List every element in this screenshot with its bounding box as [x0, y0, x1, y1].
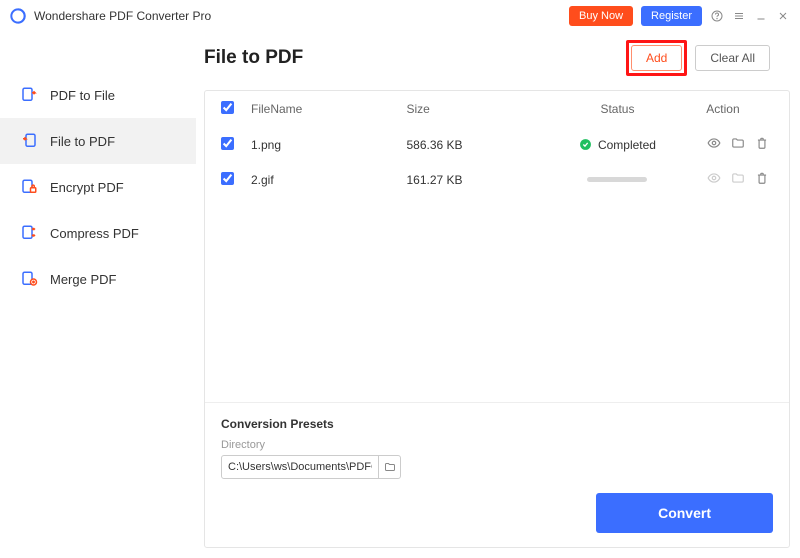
row-status: [562, 177, 673, 182]
convert-button[interactable]: Convert: [596, 493, 773, 533]
main-panel: File to PDF Add Clear All FileName Size …: [196, 32, 800, 558]
col-size: Size: [406, 102, 561, 116]
sidebar-item-label: Compress PDF: [50, 226, 139, 241]
buy-now-button[interactable]: Buy Now: [569, 6, 633, 26]
table-row: 2.gif 161.27 KB: [205, 162, 789, 197]
app-title: Wondershare PDF Converter Pro: [34, 9, 211, 23]
check-circle-icon: [579, 138, 592, 151]
browse-folder-icon[interactable]: [378, 456, 400, 478]
minimize-icon[interactable]: [754, 9, 768, 23]
conversion-presets: Conversion Presets Directory: [205, 402, 789, 479]
open-folder-icon: [731, 171, 745, 188]
col-status: Status: [562, 102, 673, 116]
add-button[interactable]: Add: [631, 45, 682, 71]
close-icon[interactable]: [776, 9, 790, 23]
preview-icon: [707, 171, 721, 188]
delete-icon[interactable]: [755, 136, 769, 153]
row-size: 586.36 KB: [406, 138, 561, 152]
clear-all-button[interactable]: Clear All: [695, 45, 770, 71]
preview-icon[interactable]: [707, 136, 721, 153]
app-logo-icon: [10, 8, 26, 24]
sidebar-item-label: PDF to File: [50, 88, 115, 103]
sidebar-item-label: Merge PDF: [50, 272, 116, 287]
row-checkbox[interactable]: [221, 137, 234, 150]
sidebar-item-label: File to PDF: [50, 134, 115, 149]
col-action: Action: [673, 102, 773, 116]
merge-pdf-icon: [20, 270, 38, 288]
add-button-highlight: Add: [626, 40, 687, 76]
sidebar-item-file-to-pdf[interactable]: File to PDF: [0, 118, 196, 164]
encrypt-pdf-icon: [20, 178, 38, 196]
table-header: FileName Size Status Action: [205, 91, 789, 127]
file-to-pdf-icon: [20, 132, 38, 150]
row-status: Completed: [562, 138, 673, 152]
help-icon[interactable]: [710, 9, 724, 23]
row-filename: 1.png: [251, 138, 406, 152]
directory-label: Directory: [221, 439, 773, 451]
sidebar-item-encrypt-pdf[interactable]: Encrypt PDF: [0, 164, 196, 210]
select-all-checkbox[interactable]: [221, 101, 234, 114]
open-folder-icon[interactable]: [731, 136, 745, 153]
sidebar: PDF to File File to PDF Encrypt PDF Comp…: [0, 32, 196, 558]
row-filename: 2.gif: [251, 173, 406, 187]
progress-bar: [587, 177, 647, 182]
presets-title: Conversion Presets: [221, 417, 773, 431]
file-table: FileName Size Status Action 1.png 586.36…: [204, 90, 790, 548]
sidebar-item-merge-pdf[interactable]: Merge PDF: [0, 256, 196, 302]
menu-icon[interactable]: [732, 9, 746, 23]
titlebar: Wondershare PDF Converter Pro Buy Now Re…: [0, 0, 800, 32]
page-title: File to PDF: [204, 47, 303, 69]
row-checkbox[interactable]: [221, 172, 234, 185]
register-button[interactable]: Register: [641, 6, 702, 26]
sidebar-item-pdf-to-file[interactable]: PDF to File: [0, 72, 196, 118]
sidebar-item-label: Encrypt PDF: [50, 180, 124, 195]
directory-field: [221, 455, 401, 479]
table-row: 1.png 586.36 KB Completed: [205, 127, 789, 162]
row-size: 161.27 KB: [406, 173, 561, 187]
compress-pdf-icon: [20, 224, 38, 242]
directory-input[interactable]: [222, 461, 378, 473]
col-filename: FileName: [251, 102, 406, 116]
sidebar-item-compress-pdf[interactable]: Compress PDF: [0, 210, 196, 256]
pdf-to-file-icon: [20, 86, 38, 104]
delete-icon[interactable]: [755, 171, 769, 188]
